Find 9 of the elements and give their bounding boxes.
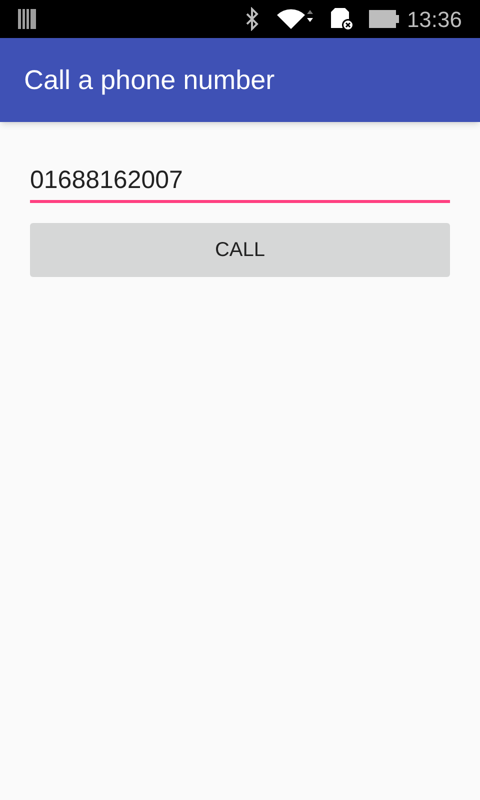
bluetooth-icon [244,7,259,31]
notification-icon [18,9,36,29]
clock-time: 13:36 [406,6,462,34]
app-title: Call a phone number [24,64,275,97]
phone-number-field[interactable]: 01688162007 [30,162,450,203]
call-button[interactable]: CALL [30,223,450,277]
wifi-icon [276,8,315,30]
battery-icon [368,10,399,28]
sd-card-icon [330,7,355,31]
